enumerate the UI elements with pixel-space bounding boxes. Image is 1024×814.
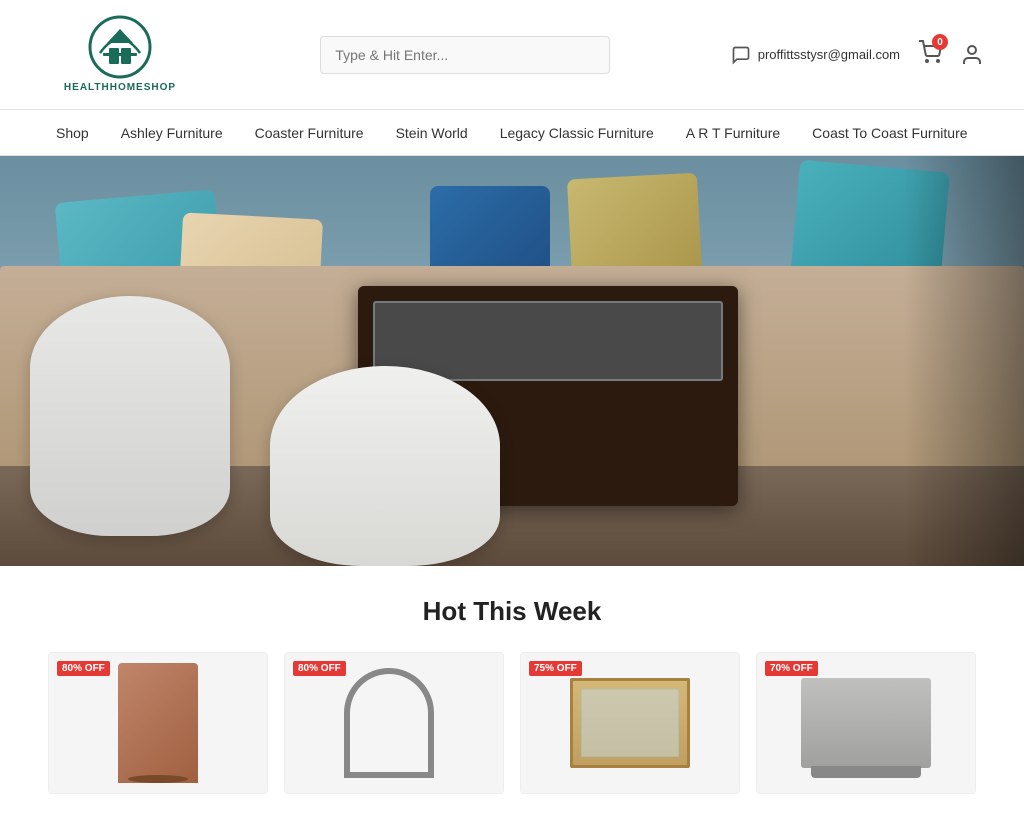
navbar: Shop Ashley Furniture Coaster Furniture …	[0, 110, 1024, 156]
products-row: 80% OFF 80% OFF 75% OFF 70% OFF	[40, 652, 984, 794]
product-thumb-1	[118, 663, 198, 783]
nav-item-stein[interactable]: Stein World	[380, 110, 484, 156]
product-card-1[interactable]: 80% OFF	[48, 652, 268, 794]
product-image-3: 75% OFF	[521, 653, 739, 793]
product-image-4: 70% OFF	[757, 653, 975, 793]
chat-icon	[731, 45, 751, 65]
product-thumb-4	[801, 678, 931, 768]
product-image-1: 80% OFF	[49, 653, 267, 793]
nav-item-coast[interactable]: Coast To Coast Furniture	[796, 110, 983, 156]
discount-badge-3: 75% OFF	[529, 661, 582, 676]
product-card-3[interactable]: 75% OFF	[520, 652, 740, 794]
email-text: proffittsstysr@gmail.com	[758, 47, 900, 62]
logo-area[interactable]: HEALTHHOMESHOP	[40, 15, 200, 94]
cart-button[interactable]: 0	[918, 40, 942, 69]
product-card-2[interactable]: 80% OFF	[284, 652, 504, 794]
header-right: proffittsstysr@gmail.com 0	[731, 40, 984, 69]
hero-banner	[0, 156, 1024, 566]
hot-section: Hot This Week 80% OFF 80% OFF 75% OFF	[0, 566, 1024, 814]
contact-email: proffittsstysr@gmail.com	[731, 45, 900, 65]
hero-image	[0, 156, 1024, 566]
discount-badge-1: 80% OFF	[57, 661, 110, 676]
nav-item-coaster[interactable]: Coaster Furniture	[239, 110, 380, 156]
logo-text: HEALTHHOMESHOP	[64, 82, 176, 94]
user-icon[interactable]	[960, 43, 984, 67]
hot-section-title: Hot This Week	[40, 596, 984, 627]
cart-badge: 0	[932, 34, 948, 50]
discount-badge-2: 80% OFF	[293, 661, 346, 676]
nav-item-legacy[interactable]: Legacy Classic Furniture	[484, 110, 670, 156]
search-input[interactable]	[320, 36, 610, 74]
discount-badge-4: 70% OFF	[765, 661, 818, 676]
logo-icon	[85, 15, 155, 80]
nav-item-art[interactable]: A R T Furniture	[670, 110, 796, 156]
product-card-4[interactable]: 70% OFF	[756, 652, 976, 794]
product-image-2: 80% OFF	[285, 653, 503, 793]
nav-item-ashley[interactable]: Ashley Furniture	[105, 110, 239, 156]
product-thumb-2	[344, 668, 444, 778]
search-bar	[230, 36, 701, 74]
product-thumb-3	[570, 678, 690, 768]
header: HEALTHHOMESHOP proffittsstysr@gmail.com …	[0, 0, 1024, 110]
nav-item-shop[interactable]: Shop	[40, 110, 105, 156]
